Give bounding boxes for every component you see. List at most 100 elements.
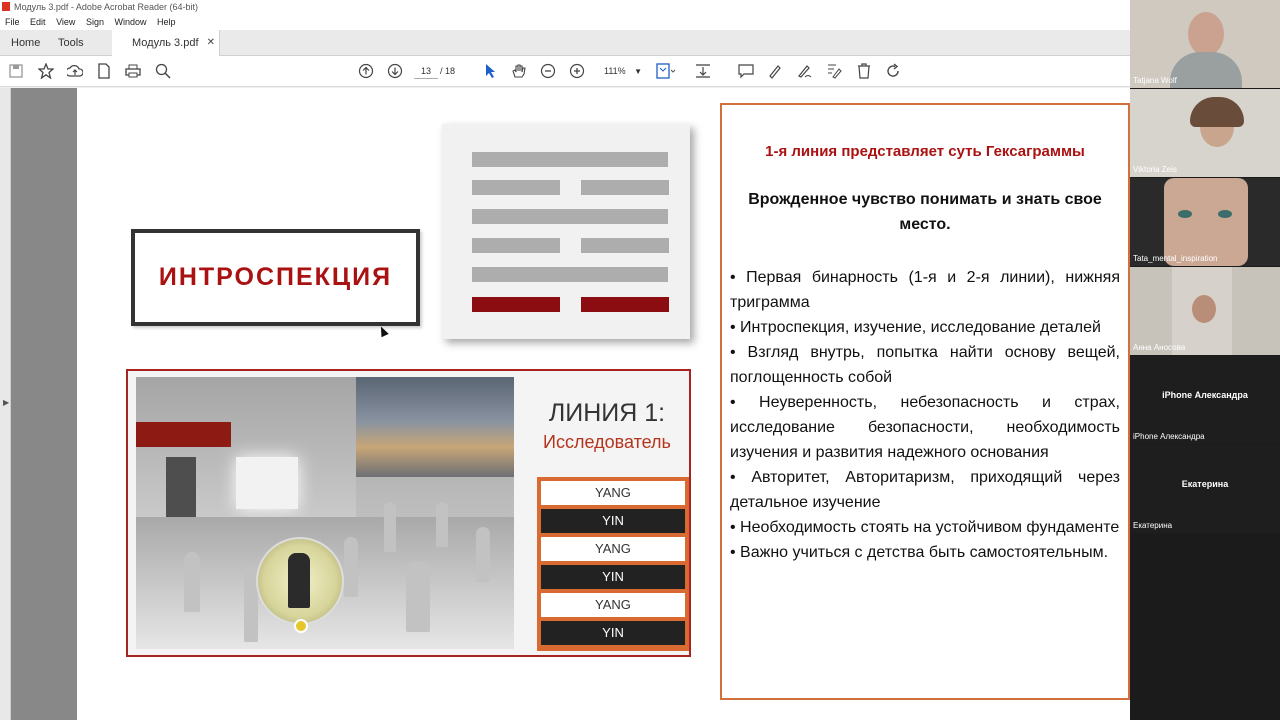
- tab-document[interactable]: Модуль 3.pdf ✕: [112, 30, 220, 56]
- page-total: / 18: [440, 66, 456, 76]
- sign-icon[interactable]: [795, 61, 815, 81]
- silhouette-figure: [476, 527, 490, 582]
- yin-bar: YIN: [541, 621, 685, 645]
- line-1-subheading: Исследователь: [543, 432, 671, 452]
- eye-image: [1178, 210, 1192, 218]
- bullet-item: • Необходимость стоять на устойчивом фун…: [730, 519, 1120, 536]
- upload-icon[interactable]: [65, 61, 85, 81]
- bullet-item: • Первая бинарность (1-я и 2-я линии), н…: [730, 269, 1120, 311]
- page-number-input[interactable]: 13: [414, 64, 438, 79]
- description-text-box: 1-я линия представляет суть Гексаграммы …: [720, 103, 1130, 700]
- sky-image: [348, 377, 514, 477]
- silhouette-figure: [384, 502, 396, 552]
- participant-name: Viktoria Zeis: [1133, 165, 1177, 174]
- participant-tile[interactable]: Tatjana Wolf: [1130, 0, 1280, 88]
- door-image: [166, 457, 196, 517]
- expand-arrow-icon: ▶: [3, 398, 10, 407]
- investigator-figure: [288, 553, 310, 608]
- participant-tile[interactable]: iPhone Александра iPhone Александра: [1130, 356, 1280, 444]
- bullet-item: • Взгляд внутрь, попытка найти основу ве…: [730, 344, 1120, 386]
- hexagram-box: [442, 124, 690, 339]
- menu-sign[interactable]: Sign: [86, 17, 104, 27]
- participant-hair-image: [1190, 97, 1244, 127]
- star-icon[interactable]: [36, 61, 56, 81]
- search-icon[interactable]: [153, 61, 173, 81]
- menu-edit[interactable]: Edit: [30, 17, 46, 27]
- silhouette-figure: [436, 502, 448, 547]
- window-titlebar: Модуль 3.pdf - Adobe Acrobat Reader (64-…: [0, 0, 1130, 14]
- bullet-item: • Неуверенность, небезопасность и страх,…: [730, 394, 1120, 461]
- participant-video-image: [1188, 12, 1224, 56]
- fit-page-icon[interactable]: [656, 61, 676, 81]
- text-subheader: Врожденное чувство понимать и знать свое…: [748, 191, 1102, 233]
- hexagram-line-4: [472, 209, 668, 224]
- hexagram-line-2: [472, 267, 668, 282]
- select-cursor-icon[interactable]: [480, 61, 500, 81]
- yin-bar: YIN: [541, 509, 685, 533]
- participant-body-image: [1170, 52, 1242, 88]
- silhouette-figure: [406, 562, 430, 632]
- zoom-out-icon[interactable]: [538, 61, 558, 81]
- close-tab-icon[interactable]: ✕: [207, 30, 215, 56]
- participant-name: Анна Аносова: [1133, 343, 1186, 352]
- zoom-select[interactable]: 111% ▼: [598, 64, 644, 79]
- screen: Модуль 3.pdf - Adobe Acrobat Reader (64-…: [0, 0, 1280, 720]
- participant-name: Екатерина: [1133, 521, 1173, 530]
- lit-window-image: [236, 457, 298, 509]
- participant-tile[interactable]: Viktoria Zeis: [1130, 89, 1280, 177]
- magnifier-lens-image: [256, 537, 344, 633]
- page-up-icon[interactable]: [356, 61, 376, 81]
- tab-home[interactable]: Home: [11, 30, 40, 56]
- video-participants-panel: Tatjana Wolf Viktoria Zeis Tata_mental_i…: [1130, 0, 1280, 720]
- page-gutter: [11, 88, 77, 720]
- delete-icon[interactable]: [854, 61, 874, 81]
- hexagram-line-3b: [581, 238, 669, 253]
- bullet-list: • Первая бинарность (1-я и 2-я линии), н…: [730, 265, 1120, 565]
- lens-knob: [294, 619, 308, 633]
- yin-yang-stack: YANG YIN YANG YIN YANG YIN: [537, 477, 689, 651]
- document-icon[interactable]: [94, 61, 114, 81]
- tab-document-label: Модуль 3.pdf: [132, 37, 199, 49]
- hexagram-line-3a: [472, 238, 560, 253]
- silhouette-figure: [344, 537, 358, 597]
- hexagram-line-5a: [472, 180, 560, 195]
- roof-image: [136, 422, 231, 447]
- yang-bar: YANG: [541, 593, 685, 617]
- toolbar: 13 / 18 111% ▼: [0, 56, 1130, 87]
- left-pane-toggle[interactable]: ▶: [0, 88, 11, 720]
- hexagram-line-6: [472, 152, 668, 167]
- yang-bar: YANG: [541, 537, 685, 561]
- rotate-icon[interactable]: [883, 61, 903, 81]
- menu-help[interactable]: Help: [157, 17, 176, 27]
- bullet-item: • Авторитет, Авторитаризм, приходящий че…: [730, 469, 1120, 511]
- zoom-in-icon[interactable]: [567, 61, 587, 81]
- participant-center-name: iPhone Александра: [1162, 390, 1248, 400]
- participant-center-name: Екатерина: [1181, 479, 1229, 489]
- pdf-icon: [2, 2, 10, 11]
- participant-tile[interactable]: Tata_mental_inspiration: [1130, 178, 1280, 266]
- yin-bar: YIN: [541, 565, 685, 589]
- highlight-pen-icon[interactable]: [765, 61, 785, 81]
- menu-window[interactable]: Window: [114, 17, 146, 27]
- hexagram-line-1a: [472, 297, 560, 312]
- participant-face-image: [1192, 295, 1216, 323]
- tab-tools[interactable]: Tools: [58, 30, 84, 56]
- comment-icon[interactable]: [736, 61, 756, 81]
- participant-tile[interactable]: Анна Аносова: [1130, 267, 1280, 355]
- participant-name: Tata_mental_inspiration: [1133, 254, 1218, 263]
- menu-file[interactable]: File: [5, 17, 20, 27]
- edit-icon[interactable]: [824, 61, 844, 81]
- scroll-mode-icon[interactable]: [693, 61, 713, 81]
- participant-name: iPhone Александра: [1133, 432, 1205, 441]
- hand-icon[interactable]: [509, 61, 529, 81]
- page-down-icon[interactable]: [385, 61, 405, 81]
- bullet-item: • Интроспекция, изучение, исследование д…: [730, 319, 1101, 336]
- menu-view[interactable]: View: [56, 17, 75, 27]
- print-icon[interactable]: [123, 61, 143, 81]
- introspection-title-box: ИНТРОСПЕКЦИЯ: [131, 229, 420, 326]
- save-icon[interactable]: [6, 61, 26, 81]
- hexagram-line-5b: [581, 180, 669, 195]
- participant-tile[interactable]: Екатерина Екатерина: [1130, 445, 1280, 533]
- hexagram-line-1b: [581, 297, 669, 312]
- bullet-item: • Важно учиться с детства быть самостоят…: [730, 544, 1109, 561]
